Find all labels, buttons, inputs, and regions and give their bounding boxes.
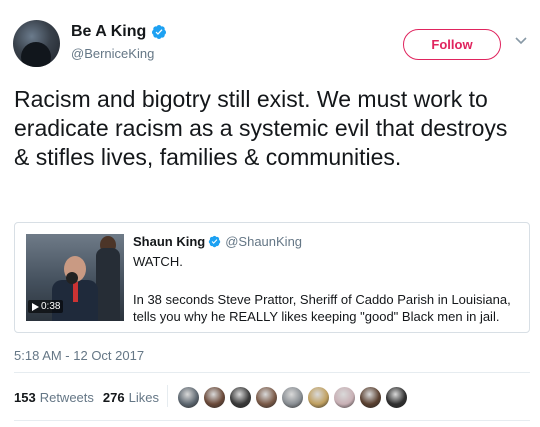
likes-stat[interactable]: 276 Likes [103,390,159,405]
liker-avatar[interactable] [203,386,226,409]
video-duration-badge: 0:38 [28,300,64,313]
video-officer [96,248,120,321]
retweets-stat[interactable]: 153 Retweets [14,390,94,405]
author-handle[interactable]: @BerniceKing [71,46,154,61]
author-name[interactable]: Be A King [71,23,146,41]
liker-avatar[interactable] [255,386,278,409]
liker-avatar[interactable] [177,386,200,409]
quoted-text-line1: WATCH. [133,254,183,269]
retweets-count: 153 [14,390,36,405]
liker-avatar[interactable] [229,386,252,409]
retweets-label: Retweets [39,390,94,405]
quoted-header: Shaun King @ShaunKing [133,234,302,249]
quoted-verified-badge-icon [209,235,221,248]
quoted-text-line2: In 38 seconds Steve Prattor, Sheriff of … [133,292,511,324]
video-play-icon [32,302,39,311]
likes-label: Likes [128,390,159,405]
video-microphone [66,272,78,284]
quoted-author-handle[interactable]: @ShaunKing [225,234,302,249]
liker-avatar[interactable] [359,386,382,409]
likes-count: 276 [102,390,125,405]
liker-avatar[interactable] [333,386,356,409]
tweet-timestamp[interactable]: 5:18 AM - 12 Oct 2017 [14,348,144,363]
bottom-divider [14,420,530,421]
verified-badge-icon [152,25,167,39]
quoted-tweet[interactable]: 0:38 Shaun King @ShaunKing WATCH. In 38 … [14,222,530,333]
author-avatar[interactable] [13,20,60,67]
tweet-stats: 153 Retweets 276 Likes [14,390,159,405]
author-name-row: Be A King [71,23,167,41]
divider [14,372,530,373]
liker-avatar[interactable] [281,386,304,409]
chevron-down-icon[interactable] [514,36,528,46]
likers-avatars [177,386,411,409]
video-duration: 0:38 [41,301,61,312]
liker-avatar[interactable] [385,386,408,409]
stats-separator [167,385,168,407]
quoted-video-thumbnail[interactable]: 0:38 [26,234,124,321]
follow-button[interactable]: Follow [403,29,501,60]
quoted-author-name[interactable]: Shaun King [133,234,205,249]
tweet-text: Racism and bigotry still exist. We must … [14,86,508,170]
liker-avatar[interactable] [307,386,330,409]
